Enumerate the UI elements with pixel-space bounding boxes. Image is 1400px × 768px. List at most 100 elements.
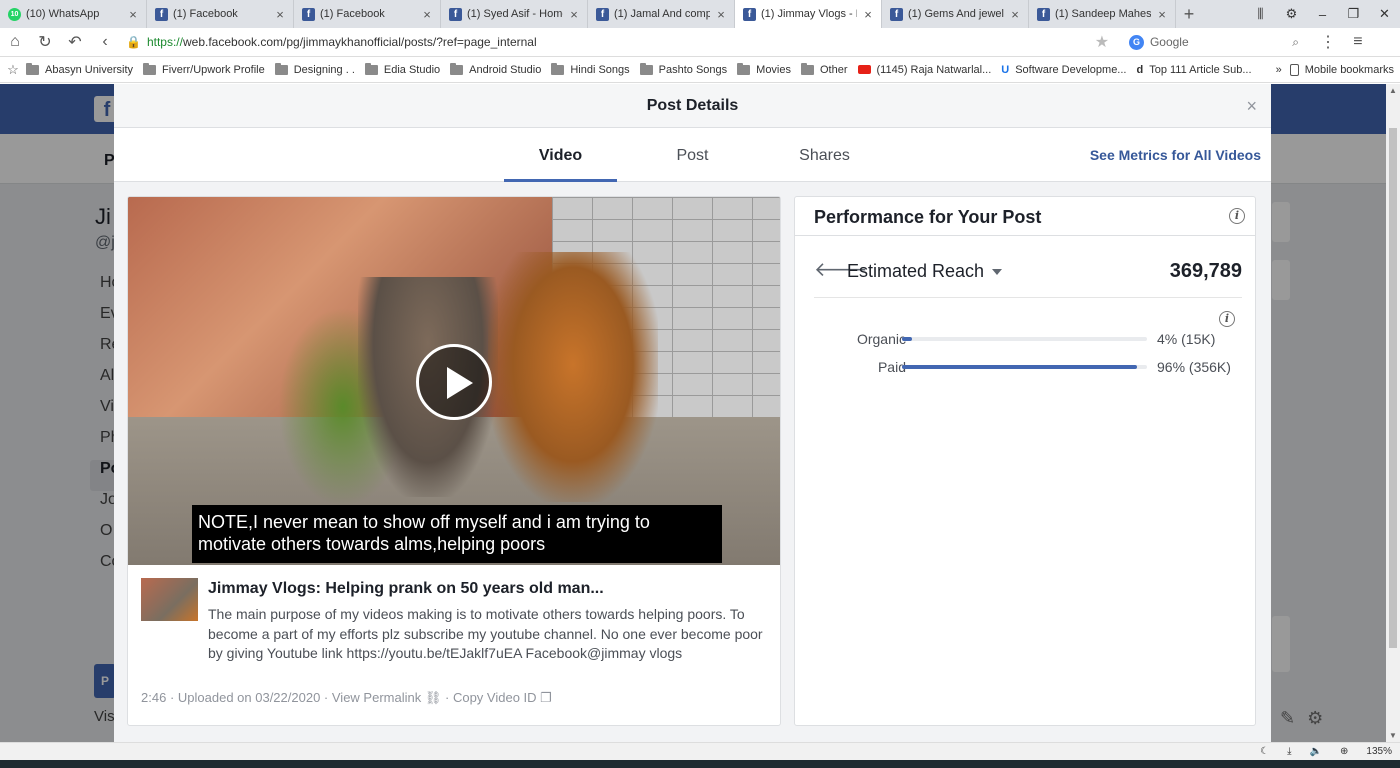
modal-tabs: Video Post Shares See Metrics for All Vi… <box>114 128 1271 182</box>
video-person <box>488 252 658 502</box>
undo-icon[interactable]: ↶ <box>60 32 90 52</box>
close-tab-icon[interactable]: × <box>420 7 434 22</box>
tab-shares[interactable]: Shares <box>786 147 863 165</box>
copy-video-id-link[interactable]: Copy Video ID <box>453 690 537 705</box>
copy-icon[interactable]: ❐ <box>540 690 552 705</box>
info-icon[interactable]: i <box>1219 311 1235 327</box>
video-duration: 2:46 <box>141 690 167 705</box>
close-tab-icon[interactable]: × <box>567 7 581 22</box>
info-icon[interactable]: i <box>1229 208 1245 224</box>
mobile-bookmarks[interactable]: Mobile bookmarks <box>1289 63 1394 76</box>
see-metrics-link[interactable]: See Metrics for All Videos <box>1090 147 1261 163</box>
star-icon[interactable]: ☆ <box>0 62 26 78</box>
browser-tab[interactable]: f (1) Facebook × <box>147 0 294 28</box>
chat-settings-icon[interactable]: ⚙ <box>1307 708 1323 729</box>
metric-dropdown[interactable]: Estimated Reach <box>847 261 1003 282</box>
close-tab-icon[interactable]: × <box>273 7 287 22</box>
bookmark-item[interactable]: Abasyn University <box>26 62 133 76</box>
bookmark-item[interactable]: Edia Studio <box>364 62 440 76</box>
video-meta: 2:46 · Uploaded on 03/22/2020 · View Per… <box>141 690 552 705</box>
bookmark-item[interactable]: Designing . . <box>274 62 355 76</box>
browser-tab[interactable]: f (1) Jamal And comp × <box>588 0 735 28</box>
restore-button[interactable]: ❐ <box>1338 6 1369 22</box>
reach-bar-fill <box>902 365 1138 369</box>
reach-bar-label: Organic <box>856 331 906 347</box>
tab-title: (1) Jimmay Vlogs - P <box>761 8 857 20</box>
browser-tab[interactable]: f (1) Gems And jewels × <box>882 0 1029 28</box>
facebook-icon: f <box>1037 7 1050 21</box>
video-player[interactable]: NOTE,I never mean to show off myself and… <box>128 197 780 565</box>
facebook-icon: f <box>596 7 609 21</box>
browser-tab[interactable]: 10 (10) WhatsApp × <box>0 0 147 28</box>
back-icon[interactable]: ‹ <box>90 33 120 51</box>
reach-value: 369,789 <box>1169 260 1242 282</box>
menu-icon[interactable]: ⋮ <box>1313 32 1343 52</box>
scrollbar-thumb[interactable] <box>1389 128 1397 648</box>
close-window-button[interactable]: ✕ <box>1369 6 1400 22</box>
bookmark-item[interactable]: Other <box>801 62 848 76</box>
volume-icon[interactable]: 🔈 <box>1310 746 1322 757</box>
page-scrollbar[interactable]: ▲ ▼ <box>1386 84 1400 742</box>
bookmark-item[interactable]: U Software Developme... <box>1001 64 1126 76</box>
url-field[interactable]: https://web.facebook.com/pg/jimmaykhanof… <box>147 35 1087 49</box>
close-tab-icon[interactable]: × <box>1008 7 1022 22</box>
home-icon[interactable]: ⌂ <box>0 33 30 51</box>
close-tab-icon[interactable]: × <box>714 7 728 22</box>
browser-tab-bar: 10 (10) WhatsApp × f (1) Facebook × f (1) Faceb… <box>0 0 1400 28</box>
tab-post[interactable]: Post <box>654 147 731 165</box>
bookmark-item[interactable]: Pashto Songs <box>639 62 727 76</box>
night-mode-icon[interactable]: ☾ <box>1260 746 1269 757</box>
chat-controls: ✎ ⚙ <box>1280 708 1323 729</box>
bookmark-item[interactable]: (1145) Raja Natwarlal... <box>857 64 991 76</box>
browser-tab[interactable]: f (1) Syed Asif - Home × <box>441 0 588 28</box>
extension-icon[interactable]: ⚙ <box>1276 6 1307 22</box>
zoom-level[interactable]: 135% <box>1366 746 1392 757</box>
search-icon[interactable]: ⌕ <box>1292 35 1299 50</box>
post-description: The main purpose of my videos making is … <box>208 606 763 661</box>
scroll-down-icon[interactable]: ▼ <box>1386 731 1400 740</box>
browser-tab[interactable]: f (1) Jimmay Vlogs - P × <box>735 0 882 28</box>
play-icon[interactable] <box>416 344 492 420</box>
new-message-icon[interactable]: ✎ <box>1280 708 1295 729</box>
close-tab-icon[interactable]: × <box>126 7 140 22</box>
reach-bar-value: 4% (15K) <box>1157 331 1216 347</box>
scroll-up-icon[interactable]: ▲ <box>1386 86 1400 95</box>
bookmark-item[interactable]: Android Studio <box>450 62 541 76</box>
google-icon: G <box>1128 34 1144 50</box>
lock-icon: 🔒 <box>126 35 141 49</box>
tab-title: (1) Facebook <box>173 8 238 20</box>
bookmark-item[interactable]: Hindi Songs <box>551 62 630 76</box>
performance-title: Performance for Your Post <box>814 207 1042 227</box>
hamburger-icon[interactable]: ≡ <box>1343 33 1373 51</box>
search-engine-box[interactable]: G Google ⌕ <box>1128 34 1299 50</box>
bookmark-item[interactable]: Movies <box>737 62 791 76</box>
browser-status-bar: ☾ ⤓ 🔈 ⊕ 135% <box>0 742 1400 760</box>
close-tab-icon[interactable]: × <box>861 7 875 22</box>
phone-icon <box>1289 63 1299 76</box>
video-thumbnail[interactable] <box>141 578 198 621</box>
post-title[interactable]: Jimmay Vlogs: Helping prank on 50 years … <box>208 580 604 598</box>
zoom-icon[interactable]: ⊕ <box>1340 746 1348 757</box>
tab-menu-icon[interactable]: ⫼ <box>1245 6 1276 22</box>
close-tab-icon[interactable]: × <box>1155 7 1169 22</box>
tab-video[interactable]: Video <box>504 147 617 165</box>
bookmarks-overflow[interactable]: » <box>1276 64 1282 76</box>
view-permalink-link[interactable]: View Permalink <box>332 690 421 705</box>
bookmark-star-icon[interactable]: ★ <box>1087 32 1117 52</box>
download-icon[interactable]: ⤓ <box>1287 746 1291 757</box>
tab-list: 10 (10) WhatsApp × f (1) Facebook × f (1) Faceb… <box>0 0 1176 28</box>
tab-title: (1) Facebook <box>320 8 385 20</box>
close-icon[interactable]: × <box>1246 84 1257 128</box>
link-icon: ⛓ <box>424 690 442 705</box>
reload-icon[interactable]: ↻ <box>30 32 60 52</box>
new-tab-button[interactable]: + <box>1176 0 1202 28</box>
folder-icon <box>364 62 378 75</box>
bookmark-item[interactable]: d Top 111 Article Sub... <box>1136 64 1251 76</box>
folder-icon <box>143 62 157 75</box>
browser-tab[interactable]: f (1) Facebook × <box>294 0 441 28</box>
minimize-button[interactable]: – <box>1307 7 1338 22</box>
reach-bar-fill <box>902 337 912 341</box>
bookmark-item[interactable]: Fiverr/Upwork Profile <box>143 62 265 76</box>
folder-icon <box>551 62 565 75</box>
browser-tab[interactable]: f (1) Sandeep Mahesh × <box>1029 0 1176 28</box>
